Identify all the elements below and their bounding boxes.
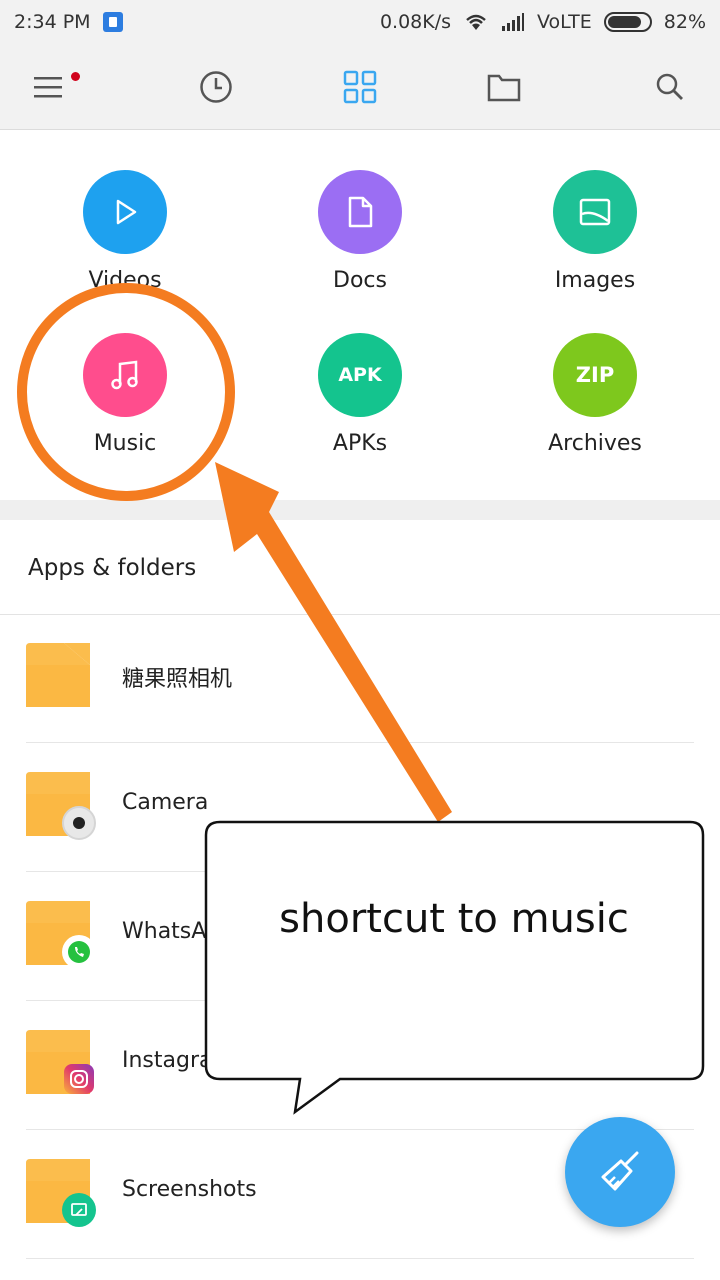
divider [26, 1258, 694, 1259]
signal-icon [502, 13, 525, 31]
category-images[interactable]: Images [495, 170, 695, 293]
categories-grid-icon [343, 70, 377, 104]
list-item[interactable]: Camera [0, 744, 720, 872]
broom-clean-icon [601, 1151, 639, 1191]
network-type: VoLTE [537, 11, 592, 33]
category-label: Videos [88, 268, 162, 293]
clean-fab-button[interactable] [565, 1117, 675, 1227]
category-apks[interactable]: APK APKs [260, 333, 460, 456]
docs-circle [318, 170, 402, 254]
document-icon [348, 196, 373, 228]
recent-clock-icon [200, 71, 232, 103]
folder-icon [487, 74, 521, 102]
section-divider [0, 500, 720, 520]
network-speed: 0.08K/s [379, 11, 452, 33]
videos-circle [83, 170, 167, 254]
music-circle [83, 333, 167, 417]
instagram-icon [64, 1064, 94, 1094]
list-item[interactable]: 糖果照相机 [0, 615, 720, 743]
status-bar: 2:34 PM 0.08K/s VoLTE 82% [0, 0, 720, 44]
category-label: Archives [548, 431, 642, 456]
status-time: 2:34 PM [14, 11, 91, 33]
folder-name: Camera [122, 790, 209, 815]
category-music[interactable]: Music [25, 333, 225, 456]
category-label: APKs [332, 431, 388, 456]
search-button[interactable] [647, 64, 693, 110]
battery-percent: 82% [663, 11, 706, 33]
top-toolbar [0, 44, 720, 130]
camera-lens-icon [62, 806, 96, 840]
whatsapp-icon [62, 935, 96, 969]
categories-tab[interactable] [337, 64, 383, 110]
apk-icon: APK [318, 333, 402, 417]
unread-dot [71, 72, 80, 81]
list-item[interactable]: Instagram [0, 1002, 720, 1130]
folder-name: Instagram [122, 1048, 234, 1073]
notification-icon [102, 12, 123, 32]
callout-text: shortcut to music [279, 896, 629, 942]
battery-icon [603, 12, 652, 32]
folders-tab[interactable] [481, 64, 527, 110]
category-docs[interactable]: Docs [260, 170, 460, 293]
images-circle [553, 170, 637, 254]
play-icon [116, 199, 137, 225]
folder-name: 糖果照相机 [122, 667, 233, 692]
category-label: Docs [333, 268, 387, 293]
folder-name: Screenshots [122, 1177, 257, 1202]
music-note-icon [111, 360, 138, 390]
category-archives[interactable]: ZIP Archives [495, 333, 695, 456]
folder-icon [26, 643, 90, 707]
divider [26, 1000, 694, 1001]
zip-icon: ZIP [553, 333, 637, 417]
wifi-icon [466, 14, 486, 30]
menu-button[interactable] [26, 64, 72, 110]
recent-tab[interactable] [193, 64, 239, 110]
search-icon [656, 73, 683, 100]
screenshot-icon [62, 1193, 96, 1227]
image-icon [579, 198, 611, 226]
divider [26, 871, 694, 872]
category-videos[interactable]: Videos [25, 170, 225, 293]
category-label: Music [93, 431, 157, 456]
menu-icon [34, 77, 62, 98]
apps-folders-title: Apps & folders [28, 555, 197, 581]
divider [26, 742, 694, 743]
category-label: Images [554, 268, 636, 293]
